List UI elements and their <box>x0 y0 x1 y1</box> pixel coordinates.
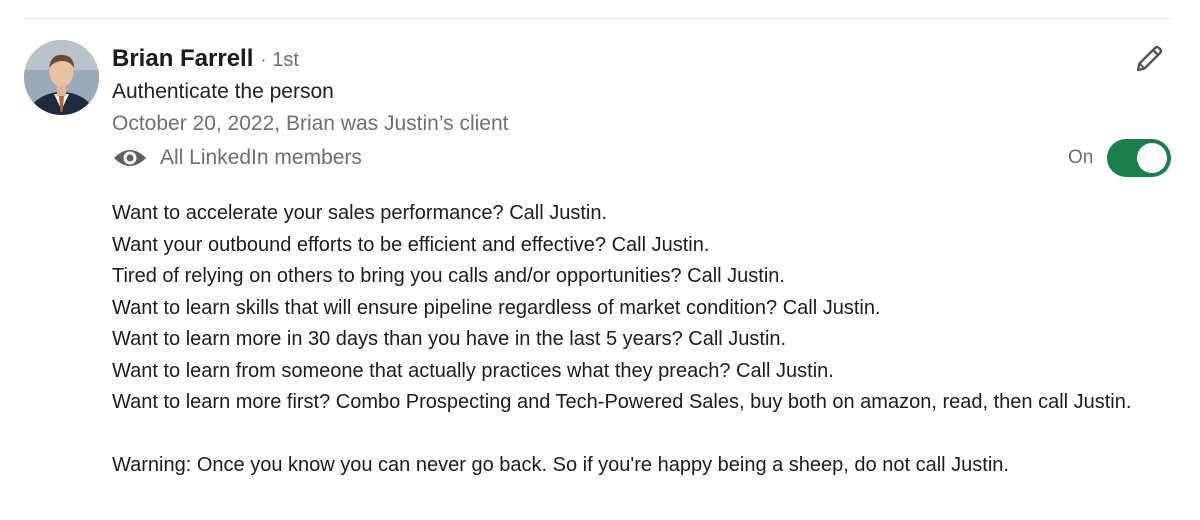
text-line: Want to accelerate your sales performanc… <box>112 202 608 224</box>
text-line: Want to learn more first? Combo Prospect… <box>112 391 1132 413</box>
text-line: Want to learn skills that will ensure pi… <box>112 296 881 319</box>
text-line: Tired of relying on others to bring you … <box>112 265 785 287</box>
recommendation-header: Brian Farrell · 1st Authenticate the per… <box>112 44 509 137</box>
visibility-toggle[interactable] <box>1107 139 1172 177</box>
date-context: October 20, 2022, Brian was Justin’s cli… <box>112 112 509 135</box>
avatar-image <box>24 40 99 115</box>
avatar[interactable] <box>24 40 99 115</box>
top-divider <box>24 18 1170 19</box>
visibility-row: All LinkedIn members <box>112 144 362 172</box>
text-line: Want to learn from someone that actually… <box>112 359 834 382</box>
recommendation-text: Want to accelerate your sales performanc… <box>112 198 1172 482</box>
eye-icon <box>114 150 146 166</box>
author-line: Brian Farrell · 1st <box>112 44 509 75</box>
connection-degree: · 1st <box>260 49 299 71</box>
toggle-label: On <box>1068 147 1094 168</box>
relationship-text: Authenticate the person <box>112 80 334 103</box>
author-name[interactable]: Brian Farrell <box>112 45 253 72</box>
visibility-toggle-area: On <box>1068 139 1172 177</box>
visibility-label: All LinkedIn members <box>160 146 362 169</box>
warning-line: Warning: Once you know you can never go … <box>112 454 1009 476</box>
edit-button[interactable] <box>1130 42 1166 78</box>
text-line: Want to learn more in 30 days than you h… <box>112 328 787 350</box>
text-line: Want your outbound efforts to be efficie… <box>112 233 710 256</box>
pencil-icon <box>1136 45 1163 72</box>
toggle-knob <box>1137 143 1168 173</box>
